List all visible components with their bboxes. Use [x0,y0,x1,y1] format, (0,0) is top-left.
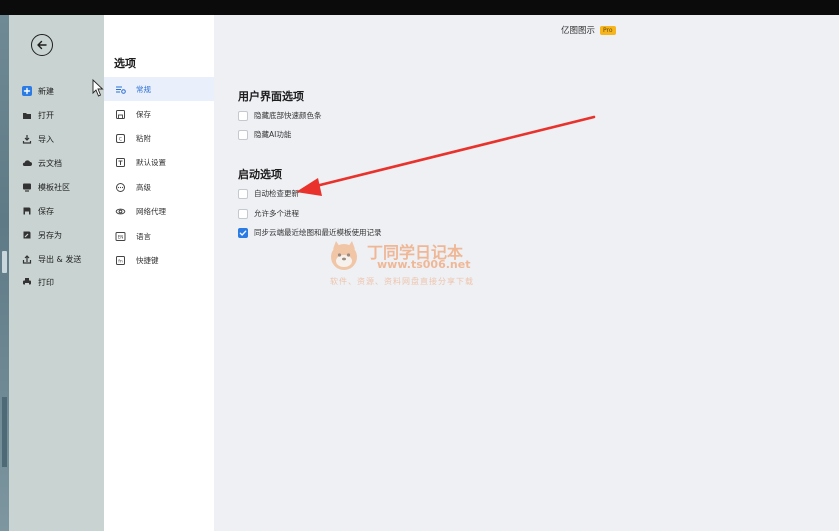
back-button[interactable] [31,34,53,56]
sidebar-item-label: 新建 [38,86,54,96]
arrow-left-icon [37,40,47,50]
options-nav-item-5[interactable]: 网络代理 [104,199,214,223]
svg-text:fn: fn [118,258,123,264]
watermark-url: www.ts006.net [377,258,471,271]
default-settings-icon [115,157,126,168]
option-label: 允许多个进程 [254,209,299,218]
options-nav-label: 保存 [136,109,151,119]
svg-text:C: C [119,136,122,142]
window-top-bar [0,0,839,15]
options-nav-label: 高级 [136,182,151,192]
template-icon [22,182,32,192]
options-nav-label: 常规 [136,84,151,94]
plus-square-icon [22,86,32,96]
options-title: 选项 [114,57,136,70]
option-checkbox[interactable] [238,188,248,199]
options-nav-label: 粘附 [136,133,151,143]
mouse-cursor-icon [92,79,104,97]
app-brand: 亿图图示 Pro [561,24,616,36]
options-nav-label: 语言 [136,231,151,241]
option-row[interactable]: 允许多个进程 [238,208,299,219]
option-checkbox[interactable] [238,129,248,140]
sidebar-item-1[interactable]: 打开 [9,104,104,126]
options-nav-item-2[interactable]: C 粘附 [104,126,214,150]
option-checkbox[interactable] [238,208,248,219]
desktop-decoration [2,251,7,273]
sidebar-item-4[interactable]: 模板社区 [9,176,104,198]
watermark: 丁同学日记本 www.ts006.net 软件、资源、资料网盘直接分享下载 [327,235,517,290]
options-nav-item-7[interactable]: fn 快捷键 [104,248,214,272]
options-nav-item-1[interactable]: 保存 [104,102,214,126]
option-label: 隐藏AI功能 [254,130,292,139]
sidebar-item-0[interactable]: 新建 [9,80,104,102]
options-nav-label: 网络代理 [136,206,166,216]
save-icon [22,206,32,216]
folder-icon [22,110,32,120]
options-nav-item-4[interactable]: 高级 [104,175,214,199]
sidebar-item-label: 导入 [38,134,54,144]
options-nav-label: 默认设置 [136,157,166,167]
import-icon [22,134,32,144]
options-nav-label: 快捷键 [136,255,159,265]
startup-options-title: 启动选项 [238,168,282,181]
options-nav-item-6[interactable]: EN 语言 [104,224,214,248]
sidebar-item-8[interactable]: 打印 [9,271,104,293]
sidebar-item-3[interactable]: 云文档 [9,152,104,174]
brand-name: 亿图图示 [561,26,596,36]
save-icon [115,109,126,120]
pro-badge: Pro [600,25,616,35]
option-checkbox[interactable] [238,110,248,121]
option-row[interactable]: 隐藏底部快速颜色条 [238,110,322,121]
option-label: 自动检查更新 [254,189,299,198]
option-label: 隐藏底部快速颜色条 [254,111,322,120]
svg-text:EN: EN [118,234,124,239]
desktop-background-strip [0,15,9,531]
sidebar-item-label: 另存为 [38,230,62,240]
export-icon [22,254,32,264]
option-row[interactable]: 隐藏AI功能 [238,129,291,140]
sidebar-item-label: 模板社区 [38,182,70,192]
options-nav-item-3[interactable]: 默认设置 [104,150,214,174]
general-icon [115,84,126,95]
save-as-icon [22,230,32,240]
sidebar-item-label: 导出 & 发送 [38,254,82,264]
desktop-decoration [2,397,7,467]
sidebar-item-2[interactable]: 导入 [9,128,104,150]
advanced-icon [115,182,126,193]
watermark-slogan: 软件、资源、资料网盘直接分享下载 [330,277,474,286]
sidebar-item-6[interactable]: 另存为 [9,224,104,246]
dog-logo-icon [331,241,357,270]
cloud-icon [22,158,32,168]
shortcut-icon: fn [115,255,126,266]
options-nav-item-0[interactable]: 常规 [104,77,214,101]
option-row[interactable]: 自动检查更新 [238,188,299,199]
language-icon: EN [115,231,126,242]
proxy-icon [115,206,126,217]
sidebar-item-label: 保存 [38,206,54,216]
sidebar-item-label: 打开 [38,110,54,120]
snap-icon: C [115,133,126,144]
sidebar-item-7[interactable]: 导出 & 发送 [9,248,104,270]
sidebar-item-label: 云文档 [38,158,62,168]
sidebar-item-5[interactable]: 保存 [9,200,104,222]
sidebar-item-label: 打印 [38,277,54,287]
options-content: 亿图图示 Pro 用户界面选项 启动选项 [214,15,839,531]
ui-options-title: 用户界面选项 [238,90,304,103]
option-checkbox[interactable] [238,227,248,238]
print-icon [22,277,32,287]
